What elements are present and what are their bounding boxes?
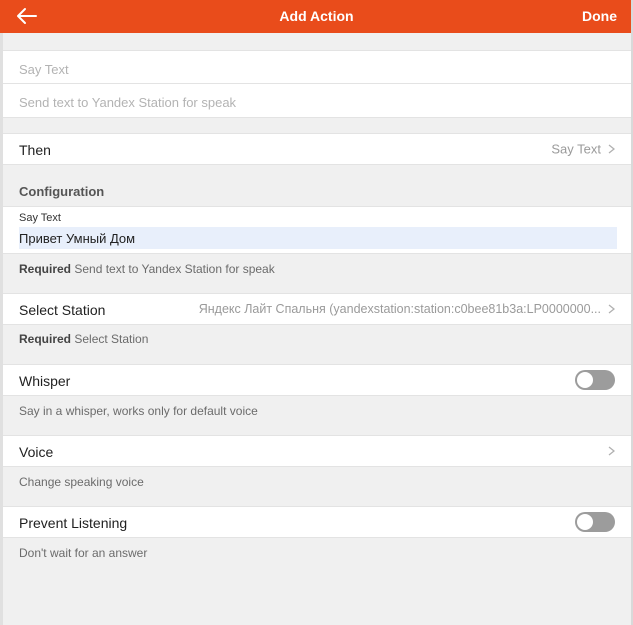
page-title: Add Action <box>279 8 354 24</box>
voice-hint: Change speaking voice <box>19 475 144 489</box>
configuration-title: Configuration <box>19 184 105 199</box>
say-text-input[interactable]: Привет Умный Дом <box>19 227 617 249</box>
select-station-hint: Required Select Station <box>19 332 148 346</box>
chevron-right-icon <box>608 144 615 154</box>
description-placeholder: Send text to Yandex Station for speak <box>19 95 237 110</box>
then-value: Say Text <box>551 141 601 157</box>
whisper-toggle[interactable] <box>575 370 615 390</box>
prevent-listening-toggle[interactable] <box>575 512 615 532</box>
say-text-required: Required <box>19 262 72 276</box>
select-station-required: Required <box>19 332 72 346</box>
say-text-field: Say Text Привет Умный Дом <box>3 206 631 254</box>
whisper-label: Whisper <box>19 373 71 389</box>
chevron-right-icon <box>608 446 615 456</box>
select-station-value: Яндекс Лайт Спальня (yandexstation:stati… <box>198 302 601 316</box>
toggle-knob <box>577 372 593 388</box>
say-text-hint: Required Send text to Yandex Station for… <box>19 262 275 276</box>
done-button[interactable]: Done <box>582 8 617 24</box>
voice-row[interactable]: Voice <box>3 435 631 467</box>
say-text-hint-text: Send text to Yandex Station for speak <box>74 262 275 276</box>
prevent-listening-hint: Don't wait for an answer <box>19 546 148 560</box>
select-station-hint-text: Select Station <box>74 332 149 346</box>
select-station-row[interactable]: Select Station Яндекс Лайт Спальня (yand… <box>3 293 631 325</box>
voice-label: Voice <box>19 444 54 460</box>
description-input[interactable]: Send text to Yandex Station for speak <box>3 83 631 118</box>
say-text-label: Say Text <box>19 212 61 224</box>
whisper-hint: Say in a whisper, works only for default… <box>19 404 258 418</box>
select-station-label: Select Station <box>19 302 106 318</box>
then-row[interactable]: Then Say Text <box>3 133 631 165</box>
prevent-listening-label: Prevent Listening <box>19 515 128 531</box>
then-label: Then <box>19 142 51 158</box>
toggle-knob <box>577 514 593 530</box>
chevron-right-icon <box>608 304 615 314</box>
prevent-listening-row: Prevent Listening <box>3 506 631 538</box>
name-input[interactable]: Say Text <box>3 50 631 84</box>
name-placeholder: Say Text <box>19 62 69 77</box>
whisper-row: Whisper <box>3 364 631 396</box>
top-bar: Add Action Done <box>0 0 633 33</box>
